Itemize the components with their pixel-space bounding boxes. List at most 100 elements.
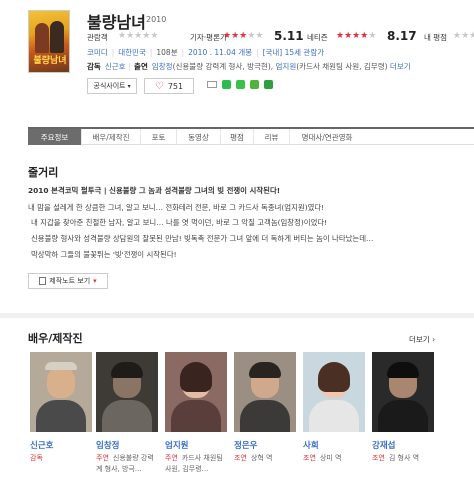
grade-link[interactable]: [국내] 15세 관람가 (263, 48, 325, 57)
chevron-down-icon: ▾ (93, 277, 97, 285)
cast-role-5-text: 상미 역 (319, 454, 342, 462)
mail-share-icon[interactable] (207, 81, 217, 88)
tab-main-info[interactable]: 주요정보 (28, 129, 82, 145)
cast-name-4[interactable]: 정은우 (234, 439, 257, 451)
critic-rating-label: 기자·평론가 (190, 33, 227, 42)
audience-stars: ★★★★★ (118, 31, 159, 41)
cast-photo-1[interactable] (30, 352, 92, 432)
director-label: 감독 (87, 62, 101, 71)
cast-kind-1: 감독 (30, 454, 43, 462)
cast-kind-6: 조연 (372, 454, 385, 462)
blog-share-icon[interactable] (250, 80, 259, 89)
tab-photo[interactable]: 포토 (141, 129, 177, 145)
story-line-4: 막상막하 그들의 불꽃튀는 '빚'전쟁이 시작된다! (31, 250, 177, 259)
runtime: 108분 (156, 48, 178, 57)
share-icons (207, 80, 273, 89)
cast-photo-4[interactable] (234, 352, 296, 432)
photo-figure-hair (318, 362, 350, 392)
movie-year: 2010 (146, 15, 167, 24)
movie-poster[interactable]: 불량남녀 (28, 10, 70, 73)
cast-name-3[interactable]: 엄지원 (165, 439, 188, 451)
cast-role-6-text: 김 형사 역 (388, 454, 420, 462)
release-date-link[interactable]: 2010 . 11.04 개봉 (188, 48, 252, 57)
cast-kind-2: 주연 (96, 454, 109, 462)
tab-review[interactable]: 리뷰 (254, 129, 290, 145)
movie-meta: 코미디 | 대한민국 | 108분 | 2010 . 11.04 개봉 | [국내] 15세 관… (87, 48, 325, 57)
netizen-rating-label: 네티즌 (307, 33, 328, 42)
story-line-1: 내 맘을 설레게 한 상큼한 그녀, 알고 보니… 전화테러 전문, 바로 그 … (28, 203, 325, 212)
note-icon (39, 277, 47, 285)
cast-role-4-block: 조연 상혁 역 (234, 453, 272, 464)
photo-figure-body (171, 400, 221, 432)
line-share-icon[interactable] (236, 80, 245, 89)
cast-role-2-block: 주연 신용불량 강력계 형사, 방극... (96, 453, 158, 475)
official-site-button[interactable]: 공식사이트 ▾ (87, 78, 137, 94)
cast-role-3-block: 주연 카드사 채원팀 사원, 김무령... (165, 453, 227, 475)
ratings-row: 관람객 ★★★★★ 기자·평론가 ★★★★★ 5.11 네티즌 ★★★★★ 8.… (87, 29, 474, 44)
photo-figure-hair (180, 362, 212, 392)
production-note-button[interactable]: 제작노트 보기 ▾ (28, 273, 108, 289)
my-rating-label[interactable]: 내 평점 (424, 32, 447, 43)
photo-figure-hair (249, 362, 281, 378)
poster-figure-2 (50, 21, 64, 53)
cast-photo-5[interactable] (303, 352, 365, 432)
production-note-label: 제작노트 보기 (49, 277, 91, 285)
band-share-icon[interactable] (222, 80, 231, 89)
photo-figure-body (102, 400, 152, 432)
cast-kind-3: 주연 (165, 454, 178, 462)
cast-photo-3[interactable] (165, 352, 227, 432)
photo-figure-hair (45, 362, 77, 370)
cast-role-2: (카드사 채원팀 사원, 김무령) (296, 62, 388, 71)
cast-heading: 배우/제작진 (28, 332, 83, 345)
country-link[interactable]: 대한민국 (118, 48, 146, 57)
audience-rating-label: 관람객 (87, 33, 108, 42)
cast-link-1[interactable]: 임창정 (152, 62, 173, 71)
cast-photo-6[interactable] (372, 352, 434, 432)
tab-video[interactable]: 동영상 (177, 129, 221, 145)
poster-figure-1 (35, 23, 49, 53)
cast-kind-4: 조연 (234, 454, 247, 462)
cast-role-1: (신용불량 강력계 형사, 방극현) (172, 62, 271, 71)
cast-link-2[interactable]: 엄지원 (276, 62, 297, 71)
cast-role-4-text: 상혁 역 (250, 454, 273, 462)
director-link[interactable]: 신근호 (105, 62, 126, 71)
netizen-score: 8.17 (387, 29, 417, 43)
story-headline: 2010 본격코믹 펄투극 | 신용불량 그 놈과 성격불량 그녀의 빚 전쟁이… (28, 186, 281, 195)
cast-kind-5: 조연 (303, 454, 316, 462)
cast-name-1[interactable]: 신근호 (30, 439, 53, 451)
photo-figure-head (47, 366, 75, 398)
story-heading: 줄거리 (28, 166, 59, 179)
section-divider (0, 313, 474, 318)
cast-more-label: 더보기 (409, 335, 430, 344)
photo-figure-body (378, 400, 428, 432)
tab-rating[interactable]: 평점 (221, 129, 254, 145)
like-count: 751 (167, 81, 184, 91)
cast-role-5-block: 조연 상미 역 (303, 453, 341, 464)
critic-score: 5.11 (274, 29, 304, 43)
netizen-stars: ★★★★★ (336, 31, 377, 41)
story-line-2: 내 지갑을 찾아준 친절한 남자, 알고 보니… 나를 엿 먹이던, 바로 그 … (31, 218, 328, 227)
cast-name-5[interactable]: 사희 (303, 439, 319, 451)
like-button[interactable]: ♡ 751 (144, 78, 194, 94)
crew-more-link[interactable]: 더보기 (390, 62, 411, 71)
cast-more-link[interactable]: 더보기 › (409, 334, 435, 345)
my-rating-stars[interactable]: ★★★★★ (453, 31, 474, 41)
photo-figure-body (309, 400, 359, 432)
photo-figure-body (240, 400, 290, 432)
photo-figure-body (36, 400, 86, 432)
cast-name-6[interactable]: 강재섭 (372, 439, 395, 451)
content-tabs: 주요정보 배우/제작진 포토 동영상 평점 리뷰 명대사/연관영화 (28, 127, 474, 145)
cafe-share-icon[interactable] (264, 80, 273, 89)
crew-info: 감독 신근호 | 출연 임창정(신용불량 강력계 형사, 방극현), 엄지원(카드사 채… (87, 62, 411, 71)
cast-label: 출연 (134, 62, 148, 71)
tab-quotes-related[interactable]: 명대사/연관영화 (290, 129, 364, 145)
genre-link[interactable]: 코미디 (87, 48, 108, 57)
chevron-down-icon: ▾ (127, 82, 131, 90)
photo-figure-hair (387, 362, 419, 378)
chevron-right-icon: › (432, 335, 436, 344)
official-site-label: 공식사이트 (93, 82, 126, 90)
cast-photo-2[interactable] (96, 352, 158, 432)
tab-cast-crew[interactable]: 배우/제작진 (82, 129, 141, 145)
cast-name-2[interactable]: 임창정 (96, 439, 119, 451)
photo-figure-hair (111, 362, 143, 378)
